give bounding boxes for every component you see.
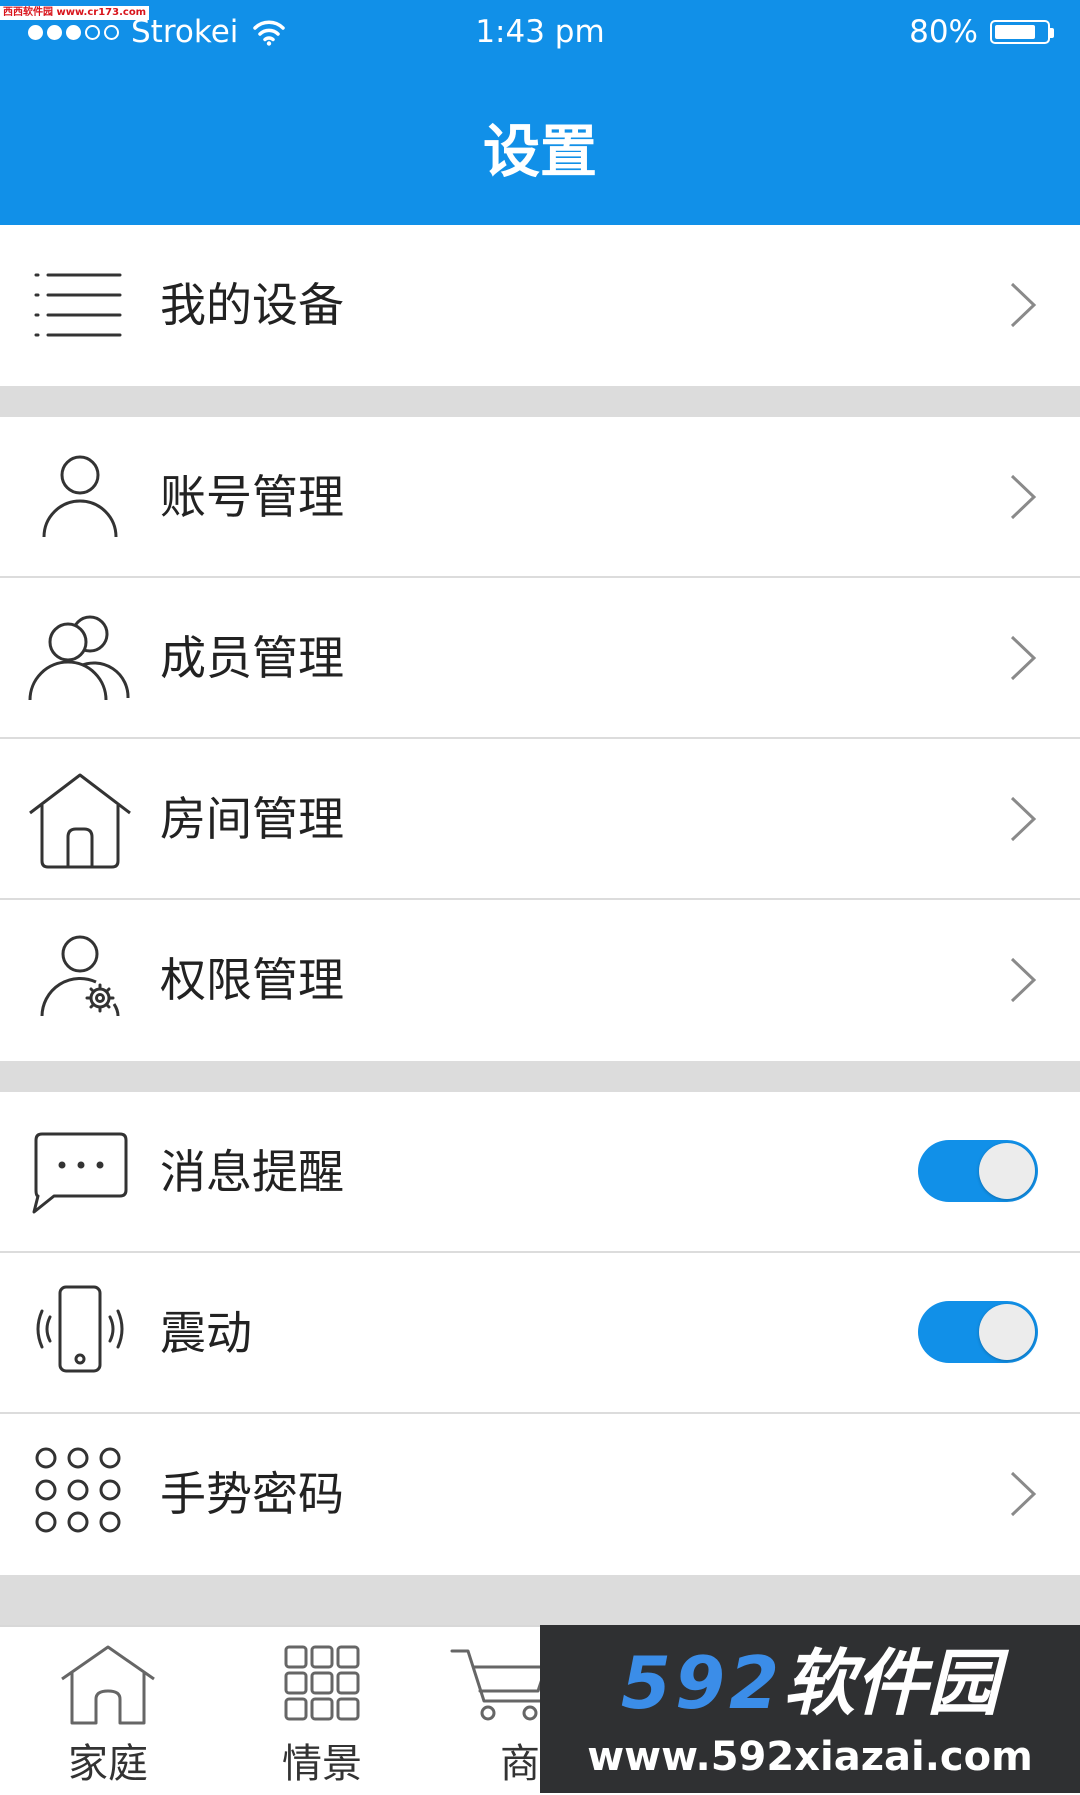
menu-item-permission-management[interactable]: 权限管理 [0,900,1080,1061]
menu-item-gesture-password[interactable]: 手势密码 [0,1414,1080,1575]
watermark-url: www.592xiazai.com [587,1734,1033,1780]
chevron-right-icon [1010,957,1037,1003]
status-bar-right: 80% [909,12,1054,52]
menu-item-account-management[interactable]: 账号管理 [0,417,1080,578]
chevron-right-icon [1010,635,1037,681]
chevron-right-icon [1010,796,1037,842]
cart-icon [450,1649,548,1721]
menu-label-message-reminder: 消息提醒 [160,1145,344,1199]
menu-item-vibration[interactable]: 震动 [0,1253,1080,1414]
phone-vibrate-icon [36,1285,124,1373]
chevron-right-icon [1010,1471,1037,1517]
tab-label-home: 家庭 [68,1741,148,1787]
menu-item-message-reminder[interactable]: 消息提醒 [0,1092,1080,1253]
watermark-logo: 592软件园 [620,1641,1000,1725]
battery-percent: 80% [909,14,978,50]
battery-level [995,25,1035,39]
menu-item-member-management[interactable]: 成员管理 [0,578,1080,739]
menu-label-account-management: 账号管理 [160,470,344,524]
chevron-right-icon [1010,474,1037,520]
user-settings-icon [40,935,120,1017]
tab-scene[interactable]: 情景 [232,1627,412,1795]
gesture-grid-icon [35,1447,121,1533]
menu-label-vibration: 震动 [160,1306,252,1360]
section-gap [0,1061,1080,1092]
corner-watermark: 西西软件园 www.cr173.com [0,6,150,20]
menu-item-room-management[interactable]: 房间管理 [0,739,1080,900]
tab-label-scene: 情景 [282,1741,362,1787]
watermark-banner: 592软件园 www.592xiazai.com [540,1625,1080,1793]
app-header: Strokei 1:43 pm 80% 设置 [0,0,1080,225]
message-reminder-toggle[interactable] [918,1140,1038,1202]
grid-icon [284,1645,360,1721]
users-icon [28,615,130,701]
section-gap [0,1575,1080,1625]
menu-label-gesture-password: 手势密码 [160,1467,344,1521]
tab-home[interactable]: 家庭 [18,1627,198,1795]
section-gap [0,386,1080,417]
user-icon [42,455,118,538]
list-icon [34,273,122,337]
menu-label-room-management: 房间管理 [160,792,344,846]
chevron-right-icon [1010,282,1037,328]
home-icon [61,1645,155,1725]
menu-label-my-devices: 我的设备 [160,278,344,332]
menu-item-my-devices[interactable]: 我的设备 [0,225,1080,386]
vibration-toggle[interactable] [918,1301,1038,1363]
menu-label-permission-management: 权限管理 [160,953,344,1007]
menu-label-member-management: 成员管理 [160,631,344,685]
house-icon [29,773,131,869]
battery-icon [990,20,1054,44]
page-title: 设置 [483,119,597,185]
message-icon [32,1132,128,1214]
